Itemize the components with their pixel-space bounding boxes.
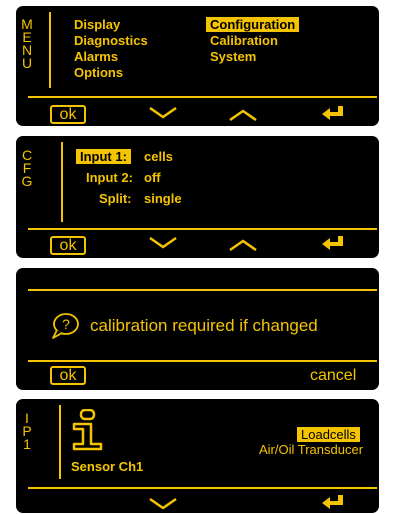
cfg-input1-value: cells <box>144 149 173 164</box>
chevron-up-icon[interactable] <box>228 238 258 252</box>
cfg-input2-value: off <box>144 170 161 185</box>
menu-item-calibration[interactable]: Calibration <box>210 33 278 48</box>
confirm-dialog: ? calibration required if changed ok can… <box>16 268 379 390</box>
button-bar-line <box>28 96 377 98</box>
cancel-button[interactable]: cancel <box>310 367 356 385</box>
ok-button[interactable]: ok <box>50 366 86 385</box>
ip1-panel: I P 1 Sensor Ch1 Loadcells Air/Oil Trans… <box>16 399 379 513</box>
side-letter: G <box>21 173 33 189</box>
ok-button[interactable]: ok <box>50 236 86 255</box>
divider <box>49 12 51 88</box>
svg-text:?: ? <box>62 316 70 332</box>
dialog-top-line <box>28 289 377 291</box>
menu-side-label: M E N U <box>20 17 34 71</box>
cfg-side-label: C F G <box>20 148 34 189</box>
side-letter: U <box>21 55 33 71</box>
chevron-down-icon[interactable] <box>148 497 178 511</box>
ip1-side-label: I P 1 <box>20 411 34 452</box>
menu-item-configuration[interactable]: Configuration <box>206 17 300 32</box>
cfg-input1-label[interactable]: Input 1: <box>76 149 131 164</box>
sensor-label: Sensor Ch1 <box>71 459 144 474</box>
chevron-down-icon[interactable] <box>148 106 178 120</box>
button-bar-line <box>28 487 377 489</box>
chevron-down-icon[interactable] <box>148 236 178 250</box>
enter-icon[interactable] <box>322 106 344 120</box>
menu-panel: M E N U Display Diagnostics Alarms Optio… <box>16 6 379 126</box>
enter-icon[interactable] <box>322 495 344 509</box>
cfg-input2-label[interactable]: Input 2: <box>86 170 133 185</box>
menu-item-alarms[interactable]: Alarms <box>74 49 118 64</box>
cfg-panel: C F G Input 1: cells Input 2: off Split:… <box>16 136 379 258</box>
divider <box>59 405 61 479</box>
option-air-oil-transducer[interactable]: Air/Oil Transducer <box>259 442 363 457</box>
side-letter: 1 <box>23 436 31 452</box>
dialog-message: calibration required if changed <box>90 316 318 335</box>
button-bar-line <box>28 228 377 230</box>
menu-item-diagnostics[interactable]: Diagnostics <box>74 33 148 48</box>
info-icon <box>72 409 103 451</box>
divider <box>61 142 63 222</box>
cfg-split-label[interactable]: Split: <box>99 191 132 206</box>
option-loadcells[interactable]: Loadcells <box>297 427 360 442</box>
menu-item-display[interactable]: Display <box>74 17 120 32</box>
enter-icon[interactable] <box>322 236 344 250</box>
ok-button[interactable]: ok <box>50 105 86 124</box>
menu-item-options[interactable]: Options <box>74 65 123 80</box>
question-bubble-icon: ? <box>52 313 79 339</box>
cfg-split-value: single <box>144 191 182 206</box>
menu-item-system[interactable]: System <box>210 49 256 64</box>
chevron-up-icon[interactable] <box>228 108 258 122</box>
dialog-bottom-line <box>28 360 377 362</box>
